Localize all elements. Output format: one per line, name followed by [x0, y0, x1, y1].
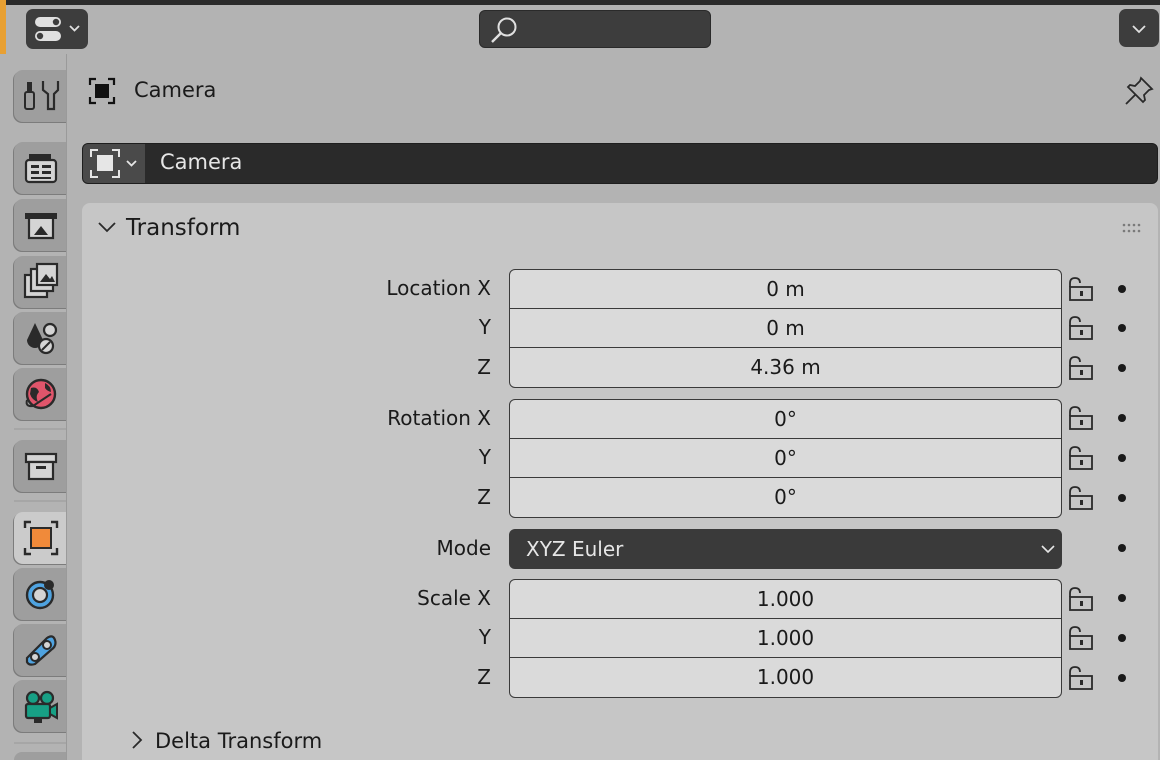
- top-border: [0, 0, 1160, 5]
- tab-collection[interactable]: [14, 440, 67, 492]
- search-icon: [491, 17, 517, 43]
- tab-camera-data[interactable]: [14, 680, 67, 732]
- object-name-field[interactable]: [82, 143, 1158, 184]
- tab-partial[interactable]: [14, 752, 67, 760]
- tab-bar-border: [66, 54, 67, 760]
- editor-type-button[interactable]: [26, 9, 88, 49]
- lock-icon[interactable]: [1066, 315, 1096, 341]
- tab-output[interactable]: [14, 199, 67, 251]
- scale-y-label: Y: [478, 625, 491, 649]
- physics-icon: [25, 580, 55, 610]
- keyframe-dot[interactable]: [1118, 494, 1126, 502]
- lock-icon[interactable]: [1066, 485, 1096, 511]
- scale-x-field[interactable]: 1.000: [509, 579, 1062, 619]
- tab-scene[interactable]: [14, 312, 67, 364]
- tab-separator: [14, 742, 67, 744]
- world-icon: [25, 378, 57, 410]
- lock-icon[interactable]: [1066, 445, 1096, 471]
- panel-title[interactable]: Transform: [126, 213, 240, 243]
- rotation-label: Rotation X: [387, 406, 491, 430]
- lock-icon[interactable]: [1066, 665, 1096, 691]
- keyframe-dot[interactable]: [1118, 454, 1126, 462]
- tab-render[interactable]: [14, 142, 67, 194]
- scale-label: Scale X: [417, 586, 491, 610]
- collection-icon: [24, 452, 58, 481]
- object-name-text: Camera: [160, 150, 243, 174]
- rotation-mode-value: XYZ Euler: [526, 537, 624, 561]
- location-label: Location X: [386, 276, 491, 300]
- drag-handle-icon[interactable]: [1122, 222, 1144, 234]
- location-y-label: Y: [478, 315, 491, 339]
- scale-z-label: Z: [477, 665, 491, 689]
- keyframe-dot[interactable]: [1118, 364, 1126, 372]
- rotation-z-label: Z: [477, 485, 491, 509]
- keyframe-dot[interactable]: [1118, 674, 1126, 682]
- mode-label: Mode: [436, 536, 492, 560]
- scene-icon: [27, 322, 58, 355]
- chevron-down-icon: [1132, 25, 1146, 34]
- tab-object[interactable]: [14, 512, 67, 564]
- rotation-z-field[interactable]: 0°: [509, 477, 1062, 518]
- chevron-right-icon[interactable]: [130, 729, 144, 751]
- scale-z-field[interactable]: 1.000: [509, 657, 1062, 698]
- scale-y-field[interactable]: 1.000: [509, 618, 1062, 658]
- object-browse-button[interactable]: [83, 144, 145, 183]
- tab-separator: [14, 500, 67, 502]
- lock-icon[interactable]: [1066, 625, 1096, 651]
- pin-icon[interactable]: [1124, 76, 1154, 106]
- editor-type-icon: [35, 17, 80, 41]
- keyframe-dot[interactable]: [1118, 324, 1126, 332]
- camera-data-icon: [24, 690, 58, 723]
- render-icon: [24, 154, 58, 184]
- chevron-down-icon: [1041, 545, 1055, 554]
- keyframe-dot[interactable]: [1118, 544, 1126, 552]
- location-z-field[interactable]: 4.36 m: [509, 347, 1062, 388]
- keyframe-dot[interactable]: [1118, 285, 1126, 293]
- rotation-y-field[interactable]: 0°: [509, 438, 1062, 478]
- lock-icon[interactable]: [1066, 276, 1096, 302]
- chevron-down-icon[interactable]: [96, 216, 118, 238]
- keyframe-dot[interactable]: [1118, 594, 1126, 602]
- rotation-y-label: Y: [478, 445, 491, 469]
- object-context-icon: [88, 77, 116, 105]
- keyframe-dot[interactable]: [1118, 414, 1126, 422]
- tab-physics[interactable]: [14, 568, 67, 620]
- tool-icon: [24, 81, 60, 111]
- object-icon: [23, 520, 59, 556]
- tab-tool[interactable]: [14, 70, 67, 122]
- lock-icon[interactable]: [1066, 586, 1096, 612]
- search-input[interactable]: [479, 10, 711, 48]
- options-button[interactable]: [1119, 9, 1159, 47]
- tab-world[interactable]: [14, 368, 67, 420]
- keyframe-dot[interactable]: [1118, 634, 1126, 642]
- active-area-edge: [0, 0, 6, 54]
- tab-view-layer[interactable]: [14, 256, 67, 308]
- location-x-field[interactable]: 0 m: [509, 269, 1062, 309]
- view-layer-icon: [23, 262, 59, 299]
- tab-constraints[interactable]: [14, 624, 67, 676]
- constraints-icon: [25, 635, 57, 666]
- rotation-x-field[interactable]: 0°: [509, 399, 1062, 439]
- location-z-label: Z: [477, 355, 491, 379]
- output-icon: [25, 213, 57, 240]
- tab-separator: [14, 428, 67, 430]
- location-y-field[interactable]: 0 m: [509, 308, 1062, 348]
- delta-transform-header[interactable]: Delta Transform: [155, 727, 322, 755]
- object-icon: [90, 149, 137, 178]
- lock-icon[interactable]: [1066, 405, 1096, 431]
- lock-icon[interactable]: [1066, 355, 1096, 381]
- context-title: Camera: [134, 78, 217, 102]
